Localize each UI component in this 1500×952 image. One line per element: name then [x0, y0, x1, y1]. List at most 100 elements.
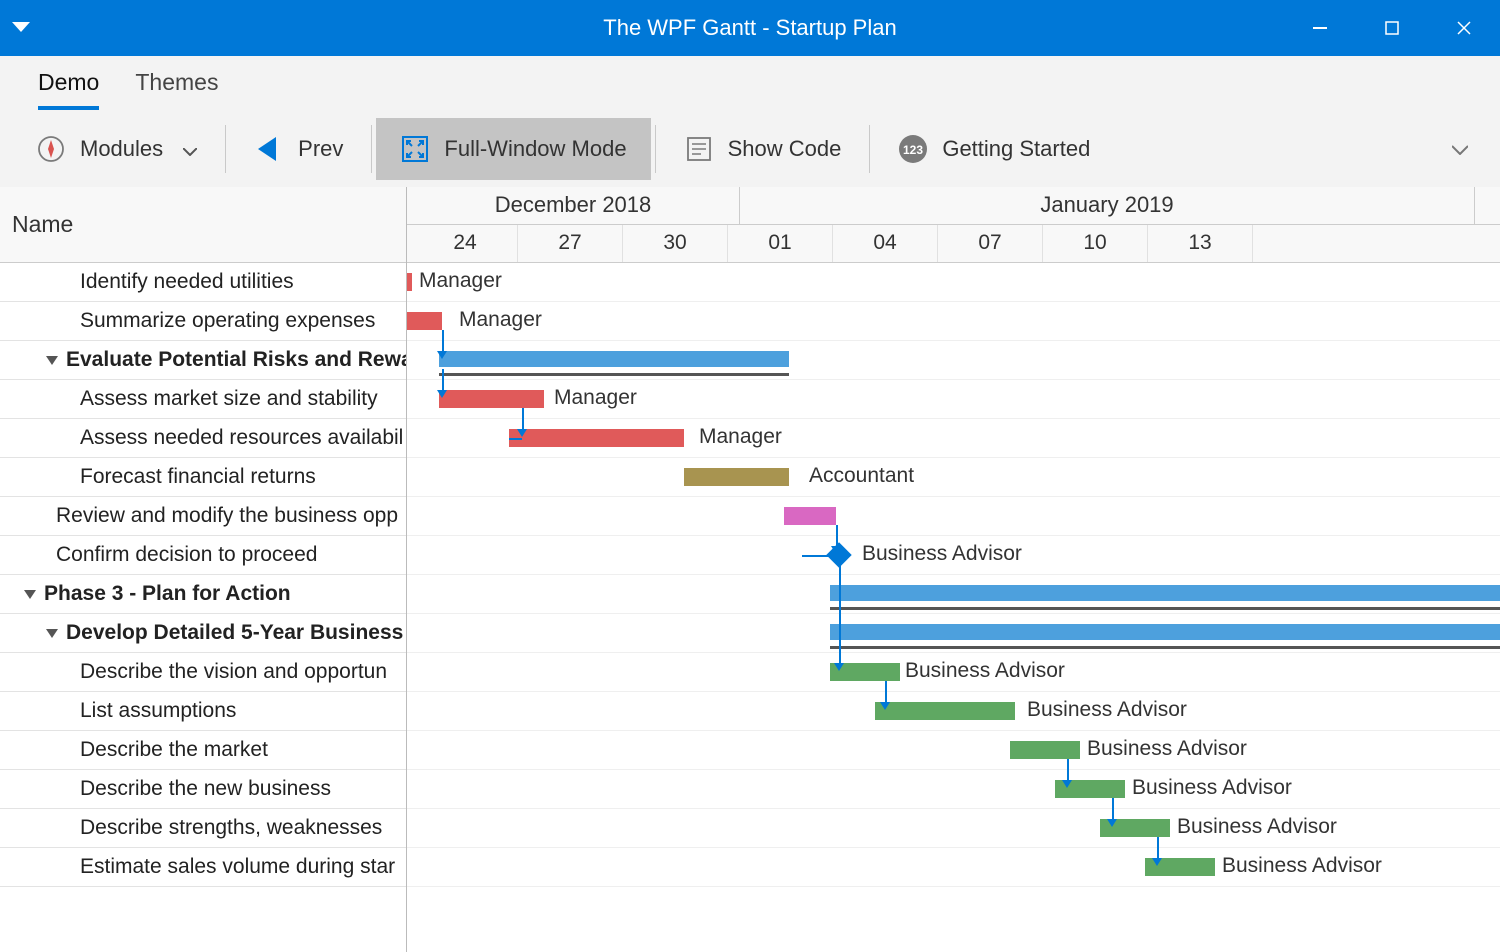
gantt-row: Business Advisor — [407, 536, 1500, 575]
tab-bar: Demo Themes — [0, 56, 1500, 111]
gantt-row: Accountant — [407, 458, 1500, 497]
titlebar: The WPF Gantt - Startup Plan — [0, 0, 1500, 56]
prev-button[interactable]: Prev — [230, 118, 367, 180]
task-label: Confirm decision to proceed — [56, 543, 317, 567]
day-cell: 04 — [833, 225, 938, 263]
task-bar[interactable] — [784, 507, 836, 525]
getting-started-label: Getting Started — [942, 136, 1090, 162]
task-row[interactable]: Estimate sales volume during star — [0, 848, 406, 887]
dependency-arrow — [885, 681, 887, 702]
task-label: Phase 3 - Plan for Action — [44, 582, 291, 606]
collapse-icon[interactable] — [46, 629, 58, 638]
task-row[interactable]: Describe the vision and opportun — [0, 653, 406, 692]
task-bar[interactable] — [407, 273, 412, 291]
summary-baseline — [830, 646, 1500, 649]
task-row[interactable]: Assess market size and stability — [0, 380, 406, 419]
task-bar-label: Business Advisor — [1087, 737, 1247, 761]
task-row[interactable]: Review and modify the business opp — [0, 497, 406, 536]
modules-button[interactable]: Modules — [12, 118, 221, 180]
dependency-arrow — [1112, 798, 1114, 819]
getting-started-button[interactable]: 123 Getting Started — [874, 118, 1114, 180]
gantt-row — [407, 341, 1500, 380]
collapse-icon[interactable] — [24, 590, 36, 599]
gantt-row: Manager — [407, 302, 1500, 341]
task-bar-label: Business Advisor — [1177, 815, 1337, 839]
task-bar[interactable] — [684, 468, 789, 486]
toolbar: Modules Prev Full-Window Mode Show Code … — [0, 111, 1500, 187]
day-cell: 01 — [728, 225, 833, 263]
task-name-column: Name Identify needed utilities Summarize … — [0, 187, 407, 952]
code-icon — [684, 134, 714, 164]
task-row[interactable]: Describe the market — [0, 731, 406, 770]
task-bar[interactable] — [439, 390, 544, 408]
gantt-row: Manager — [407, 263, 1500, 302]
gantt-row: Business Advisor — [407, 653, 1500, 692]
chevron-down-icon — [183, 136, 197, 162]
month-cell: December 2018 — [407, 187, 740, 224]
task-label: Evaluate Potential Risks and Rewa — [66, 348, 406, 372]
dependency-arrow — [802, 555, 836, 557]
task-row[interactable]: Describe strengths, weaknesses — [0, 809, 406, 848]
task-bar[interactable] — [509, 429, 684, 447]
task-bar-label: Manager — [699, 425, 782, 449]
123-icon: 123 — [898, 134, 928, 164]
showcode-button[interactable]: Show Code — [660, 118, 866, 180]
ribbon-expand-icon[interactable] — [1452, 139, 1488, 160]
prev-label: Prev — [298, 136, 343, 162]
task-rows-container: Identify needed utilities Summarize opera… — [0, 263, 406, 952]
task-bar[interactable] — [407, 312, 442, 330]
task-label: Summarize operating expenses — [80, 309, 375, 333]
fullwindow-button[interactable]: Full-Window Mode — [376, 118, 650, 180]
task-row[interactable]: Assess needed resources availabil — [0, 419, 406, 458]
arrowhead-icon — [834, 663, 844, 671]
content-area: Name Identify needed utilities Summarize … — [0, 187, 1500, 952]
task-bar-label: Manager — [459, 308, 542, 332]
task-label: Describe the new business — [80, 777, 331, 801]
dependency-arrow — [509, 438, 522, 440]
task-row[interactable]: Describe the new business — [0, 770, 406, 809]
task-bar-label: Business Advisor — [1132, 776, 1292, 800]
dependency-arrow — [836, 525, 838, 546]
app-menu-icon[interactable] — [0, 0, 42, 56]
arrowhead-icon — [517, 429, 527, 437]
summary-baseline — [439, 373, 789, 376]
gantt-row — [407, 614, 1500, 653]
dependency-arrow — [1067, 759, 1069, 780]
arrowhead-icon — [437, 390, 447, 398]
toolbar-separator — [371, 125, 372, 173]
task-label: Estimate sales volume during star — [80, 855, 395, 879]
maximize-button[interactable] — [1356, 0, 1428, 56]
task-row[interactable]: List assumptions — [0, 692, 406, 731]
name-column-header[interactable]: Name — [0, 187, 406, 263]
collapse-icon[interactable] — [46, 356, 58, 365]
task-bar[interactable] — [875, 702, 1015, 720]
gantt-chart-area[interactable]: December 2018January 2019 24273001040710… — [407, 187, 1500, 952]
task-row[interactable]: Confirm decision to proceed — [0, 536, 406, 575]
task-row[interactable]: Summarize operating expenses — [0, 302, 406, 341]
task-bar-label: Business Advisor — [862, 542, 1022, 566]
fullscreen-icon — [400, 134, 430, 164]
task-label: Review and modify the business opp — [56, 504, 398, 528]
tab-demo[interactable]: Demo — [20, 59, 117, 110]
task-bar[interactable] — [1010, 741, 1080, 759]
gantt-row: Manager — [407, 419, 1500, 458]
tab-themes[interactable]: Themes — [117, 59, 236, 110]
task-bar-label: Business Advisor — [1222, 854, 1382, 878]
task-row[interactable]: Develop Detailed 5-Year Business — [0, 614, 406, 653]
day-cell: 30 — [623, 225, 728, 263]
minimize-button[interactable] — [1284, 0, 1356, 56]
dependency-arrow — [839, 564, 841, 663]
summary-baseline — [830, 607, 1500, 610]
close-button[interactable] — [1428, 0, 1500, 56]
task-row[interactable]: Identify needed utilities — [0, 263, 406, 302]
task-row[interactable]: Forecast financial returns — [0, 458, 406, 497]
gantt-row: Business Advisor — [407, 770, 1500, 809]
task-label: Assess needed resources availabil — [80, 426, 403, 450]
summary-bar[interactable] — [830, 585, 1500, 601]
task-bar-label: Manager — [419, 269, 502, 293]
task-row[interactable]: Phase 3 - Plan for Action — [0, 575, 406, 614]
summary-bar[interactable] — [830, 624, 1500, 640]
task-row[interactable]: Evaluate Potential Risks and Rewa — [0, 341, 406, 380]
prev-icon — [254, 134, 284, 164]
summary-bar[interactable] — [439, 351, 789, 367]
